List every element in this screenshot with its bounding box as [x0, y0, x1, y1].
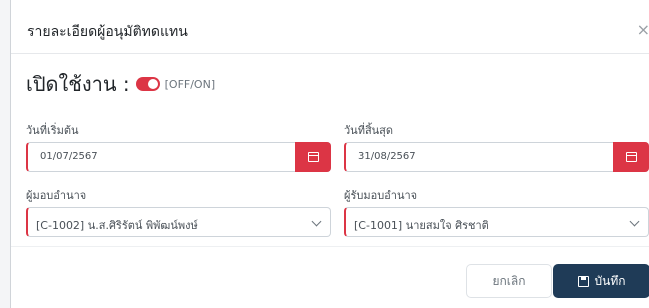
calendar-icon	[625, 152, 637, 162]
delegator-select[interactable]: [C-1002] น.ส.ศิริรัตน์ พิพัฒน์พงษ์	[26, 207, 331, 237]
toggle-knob	[147, 79, 158, 89]
enable-toggle[interactable]	[135, 77, 160, 91]
delegate-value: [C-1001] นายสมใจ ศิรชาติ	[354, 219, 489, 232]
dialog-title: รายละเอียดผู้อนุมัติทดแทน	[27, 24, 188, 40]
enable-row: เปิดใช้งาน : [OFF/ON]	[26, 70, 215, 98]
delegate-select[interactable]: [C-1001] นายสมใจ ศิรชาติ	[344, 207, 649, 237]
end-date-value: 31/08/2567	[358, 151, 416, 162]
start-date-calendar-button[interactable]	[295, 142, 331, 172]
chevron-down-icon	[629, 216, 640, 227]
start-date-value: 01/07/2567	[40, 151, 98, 162]
delegate-label: ผู้รับมอบอำนาจ	[344, 189, 418, 202]
end-date-input[interactable]: 31/08/2567	[344, 142, 649, 172]
footer-divider	[11, 246, 649, 247]
dialog-header: รายละเอียดผู้อนุมัติทดแทน ×	[11, 0, 649, 54]
background-edge	[0, 0, 10, 308]
save-button[interactable]: บันทึก	[553, 264, 649, 298]
delegator-value: [C-1002] น.ส.ศิริรัตน์ พิพัฒน์พงษ์	[36, 219, 198, 232]
save-icon	[577, 275, 589, 287]
close-icon[interactable]: ×	[637, 22, 649, 38]
chevron-down-icon	[311, 216, 322, 227]
enable-label: เปิดใช้งาน :	[26, 72, 130, 96]
delegator-label: ผู้มอบอำนาจ	[26, 189, 87, 202]
save-button-label: บันทึก	[594, 273, 626, 288]
cancel-button[interactable]: ยกเลิก	[466, 264, 552, 298]
calendar-icon	[307, 152, 319, 162]
start-date-label: วันที่เริ่มต้น	[26, 124, 79, 137]
start-date-input[interactable]: 01/07/2567	[26, 142, 331, 172]
end-date-calendar-button[interactable]	[613, 142, 649, 172]
approver-substitute-dialog: รายละเอียดผู้อนุมัติทดแทน × เปิดใช้งาน :…	[10, 0, 649, 308]
end-date-label: วันที่สิ้นสุด	[344, 124, 394, 137]
toggle-state-text: [OFF/ON]	[164, 77, 216, 91]
